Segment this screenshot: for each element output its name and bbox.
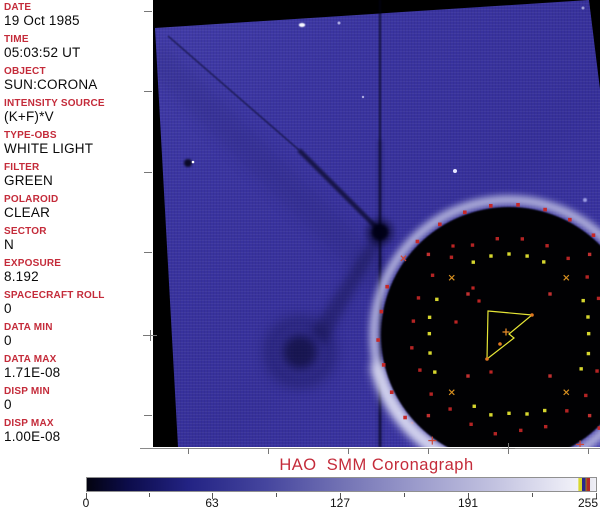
field-value: 0 <box>4 333 12 348</box>
metadata-field-spacecraft-roll: SPACECRAFT ROLL 0 <box>4 290 150 322</box>
metadata-field-filter: FILTER GREEN <box>4 162 150 194</box>
field-label: EXPOSURE <box>4 258 62 269</box>
field-value: CLEAR <box>4 205 51 220</box>
field-value: 8.192 <box>4 269 39 284</box>
colorbar-minor-tick <box>404 493 405 497</box>
colorbar-minor-tick <box>149 493 150 497</box>
field-value: GREEN <box>4 173 54 188</box>
metadata-field-data-min: DATA MIN 0 <box>4 322 150 354</box>
axis-tick <box>588 448 589 454</box>
axis-tick <box>144 252 152 253</box>
field-label: FILTER <box>4 162 40 173</box>
field-value: 1.71E-08 <box>4 365 61 380</box>
metadata-field-intensity-source: INTENSITY SOURCE (K+F)*V <box>4 98 150 130</box>
field-label: OBJECT <box>4 66 46 77</box>
metadata-field-disp-max: DISP MAX 1.00E-08 <box>4 418 150 450</box>
smm-coronagraph-viewer: DATE 19 Oct 1985 TIME 05:03:52 UT OBJECT SUN:… <box>0 0 600 512</box>
metadata-field-polaroid: POLAROID CLEAR <box>4 194 150 226</box>
axis-tick <box>150 330 151 341</box>
metadata-field-data-max: DATA MAX 1.71E-08 <box>4 354 150 386</box>
field-label: DISP MAX <box>4 418 54 429</box>
field-label: POLAROID <box>4 194 59 205</box>
image-bottom-axis <box>140 448 600 449</box>
field-value: 1.00E-08 <box>4 429 61 444</box>
axis-tick <box>268 448 269 454</box>
field-value: WHITE LIGHT <box>4 141 94 156</box>
coronagraph-image-canvas[interactable] <box>153 0 600 447</box>
colorbar-tick-label: 255 <box>577 496 599 510</box>
field-label: DATA MAX <box>4 354 57 365</box>
metadata-field-exposure: EXPOSURE 8.192 <box>4 258 150 290</box>
field-value: SUN:CORONA <box>4 77 98 92</box>
field-label: SPACECRAFT ROLL <box>4 290 105 301</box>
axis-tick <box>428 448 429 454</box>
metadata-panel: DATE 19 Oct 1985 TIME 05:03:52 UT OBJECT SUN:… <box>4 2 150 450</box>
colorbar-tick-label: 191 <box>457 496 479 510</box>
axis-tick <box>348 448 349 454</box>
colorbar-tick-label: 0 <box>82 496 90 510</box>
axis-tick <box>144 91 152 92</box>
axis-tick <box>144 11 152 12</box>
metadata-field-type-obs: TYPE-OBS WHITE LIGHT <box>4 130 150 162</box>
field-label: DATE <box>4 2 32 13</box>
field-label: DISP MIN <box>4 386 50 397</box>
colorbar-tick-label: 127 <box>329 496 351 510</box>
field-label: TIME <box>4 34 29 45</box>
field-label: TYPE-OBS <box>4 130 57 141</box>
axis-tick <box>508 443 509 454</box>
field-label: INTENSITY SOURCE <box>4 98 105 109</box>
image-title: HAO SMM Coronagraph <box>279 456 474 474</box>
field-label: DATA MIN <box>4 322 53 333</box>
axis-tick <box>144 172 152 173</box>
field-label: SECTOR <box>4 226 47 237</box>
metadata-field-sector: SECTOR N <box>4 226 150 258</box>
field-value: 05:03:52 UT <box>4 45 81 60</box>
axis-tick <box>144 415 152 416</box>
axis-tick <box>188 448 189 454</box>
colorbar-minor-tick <box>276 493 277 497</box>
colorbar-tick-label: 63 <box>205 496 219 510</box>
intensity-colorbar <box>86 477 597 492</box>
field-value: (K+F)*V <box>4 109 54 124</box>
field-value: N <box>4 237 14 252</box>
field-value: 19 Oct 1985 <box>4 13 80 28</box>
field-value: 0 <box>4 301 12 316</box>
metadata-field-disp-min: DISP MIN 0 <box>4 386 150 418</box>
field-value: 0 <box>4 397 12 412</box>
metadata-field-date: DATE 19 Oct 1985 <box>4 2 150 34</box>
coronagraph-image <box>153 0 600 447</box>
colorbar-minor-tick <box>532 493 533 497</box>
metadata-field-time: TIME 05:03:52 UT <box>4 34 150 66</box>
metadata-field-object: OBJECT SUN:CORONA <box>4 66 150 98</box>
